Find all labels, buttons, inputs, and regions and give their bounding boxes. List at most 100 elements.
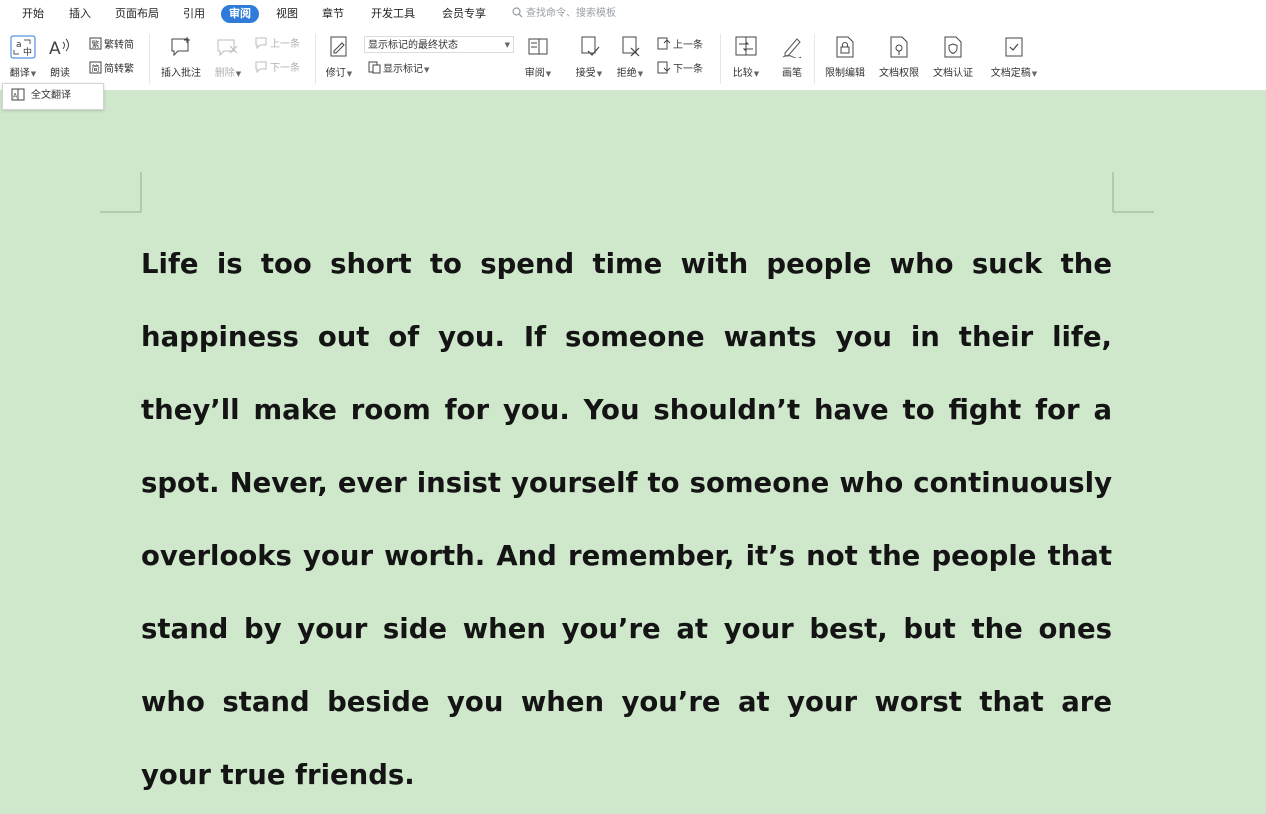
document-permissions-label: 文档权限 — [879, 68, 919, 79]
reject-button[interactable]: 拒绝▼ — [612, 34, 648, 80]
pen-icon — [782, 38, 802, 58]
menu-bar: 开始 插入 页面布局 引用 审阅 视图 章节 开发工具 会员专享 查找命令、搜索… — [0, 0, 1266, 28]
next-change-button[interactable]: 下一条 — [657, 61, 703, 77]
trad-simp-icon: 繁 — [89, 37, 102, 50]
next-icon — [657, 61, 671, 74]
margin-corner-top-left — [100, 172, 142, 213]
ribbon-divider — [315, 34, 316, 84]
pen-button[interactable]: 画笔 — [774, 34, 810, 80]
next-comment-button[interactable]: 下一条 — [254, 61, 300, 76]
margin-corner-top-right — [1112, 172, 1154, 213]
next-comment-label: 下一条 — [270, 63, 300, 74]
document-permissions-button[interactable]: 文档权限 — [874, 34, 924, 80]
insert-comment-label: 插入批注 — [161, 68, 201, 79]
chevron-down-icon: ▼ — [753, 70, 760, 78]
prev-comment-label: 上一条 — [270, 39, 300, 50]
tab-page-layout[interactable]: 页面布局 — [115, 5, 159, 23]
chevron-down-icon: ▼ — [637, 70, 644, 78]
show-markup-label: 显示标记 — [383, 64, 423, 75]
next-change-label: 下一条 — [673, 64, 703, 75]
document-certification-label: 文档认证 — [933, 68, 973, 79]
chevron-down-icon: ▼ — [545, 70, 552, 78]
reject-icon — [622, 36, 640, 57]
reject-label: 拒绝 — [616, 68, 637, 79]
chevron-down-icon: ▼ — [424, 66, 430, 74]
prev-change-button[interactable]: 上一条 — [657, 37, 703, 53]
show-markup-icon — [368, 61, 381, 74]
full-translate-icon: A — [11, 88, 25, 101]
chevron-down-icon: ▼ — [235, 70, 242, 78]
tab-review[interactable]: 审阅 — [221, 5, 259, 23]
ribbon-divider — [149, 34, 150, 84]
svg-text:A: A — [13, 93, 18, 100]
translate-icon: a中 — [10, 35, 36, 59]
show-markup-button[interactable]: 显示标记▼ — [368, 61, 429, 77]
full-translate-menu-item[interactable]: A 全文翻译 — [3, 84, 103, 107]
tab-developer[interactable]: 开发工具 — [371, 5, 415, 23]
search-placeholder: 查找命令、搜索模板 — [526, 8, 616, 19]
accept-button[interactable]: 接受▼ — [571, 34, 607, 80]
tab-references[interactable]: 引用 — [183, 5, 205, 23]
svg-text:简: 简 — [92, 63, 100, 73]
prev-comment-button[interactable]: 上一条 — [254, 37, 300, 52]
prev-icon — [255, 37, 267, 50]
document-body-text[interactable]: Life is too short to spend time with peo… — [141, 228, 1112, 812]
compare-label: 比较 — [732, 68, 753, 79]
tab-view[interactable]: 视图 — [276, 5, 298, 23]
next-icon — [255, 61, 267, 74]
chevron-down-icon: ▼ — [596, 70, 603, 78]
comment-delete-icon — [217, 39, 238, 57]
translate-button[interactable]: a中 翻译▼ — [4, 34, 42, 80]
translate-label: 翻译 — [9, 68, 30, 79]
delete-comment-button[interactable]: 删除▼ — [210, 34, 246, 80]
translate-dropdown-menu: A 全文翻译 — [2, 83, 104, 110]
track-changes-button[interactable]: 修订▼ — [320, 34, 358, 80]
comment-add-icon — [171, 37, 190, 57]
read-aloud-button[interactable]: A 朗读 — [44, 34, 76, 80]
simp-to-trad-button[interactable]: 简简转繁 — [89, 61, 134, 77]
review-pane-icon — [528, 38, 548, 55]
tab-home[interactable]: 开始 — [22, 5, 44, 23]
full-translate-label: 全文翻译 — [31, 90, 71, 101]
review-label: 审阅 — [524, 68, 545, 79]
tab-insert[interactable]: 插入 — [69, 5, 91, 23]
trad-to-simp-button[interactable]: 繁繁转简 — [89, 37, 134, 53]
markup-mode-select[interactable]: 显示标记的最终状态 ▼ — [364, 36, 514, 53]
tab-chapter[interactable]: 章节 — [322, 5, 344, 23]
compare-button[interactable]: 比较▼ — [725, 34, 767, 80]
prev-icon — [657, 37, 671, 50]
ribbon-divider — [720, 34, 721, 84]
search-command-box[interactable]: 查找命令、搜索模板 — [512, 5, 616, 23]
review-pane-button[interactable]: 审阅▼ — [518, 34, 558, 80]
ribbon-divider — [814, 34, 815, 84]
delete-comment-label: 删除 — [214, 68, 235, 79]
read-aloud-icon: A — [49, 38, 69, 58]
insert-comment-button[interactable]: 插入批注 — [156, 34, 206, 80]
document-finalize-button[interactable]: 文档定稿▼ — [984, 34, 1044, 80]
accept-label: 接受 — [575, 68, 596, 79]
simp-trad-icon: 简 — [89, 61, 102, 74]
read-aloud-label: 朗读 — [50, 68, 70, 79]
pen-label: 画笔 — [782, 68, 802, 79]
svg-text:A: A — [49, 39, 61, 58]
prev-change-label: 上一条 — [673, 40, 703, 51]
chevron-down-icon: ▼ — [30, 70, 37, 78]
markup-mode-value: 显示标记的最终状态 — [368, 40, 458, 51]
svg-text:a: a — [16, 40, 22, 50]
document-certification-button[interactable]: 文档认证 — [928, 34, 978, 80]
compare-icon — [735, 36, 757, 56]
finalize-icon — [1005, 37, 1023, 57]
lock-icon — [836, 36, 854, 58]
trad-to-simp-label: 繁转简 — [104, 40, 134, 51]
tab-member[interactable]: 会员专享 — [442, 5, 486, 23]
document-finalize-label: 文档定稿 — [990, 68, 1031, 79]
track-changes-label: 修订 — [325, 68, 346, 79]
chevron-down-icon: ▼ — [504, 41, 510, 49]
certify-icon — [944, 36, 962, 58]
svg-text:中: 中 — [23, 46, 32, 58]
accept-icon — [581, 36, 600, 56]
restrict-editing-button[interactable]: 限制编辑 — [820, 34, 870, 80]
chevron-down-icon: ▼ — [346, 70, 353, 78]
search-icon — [512, 7, 523, 18]
track-changes-icon — [330, 36, 347, 57]
